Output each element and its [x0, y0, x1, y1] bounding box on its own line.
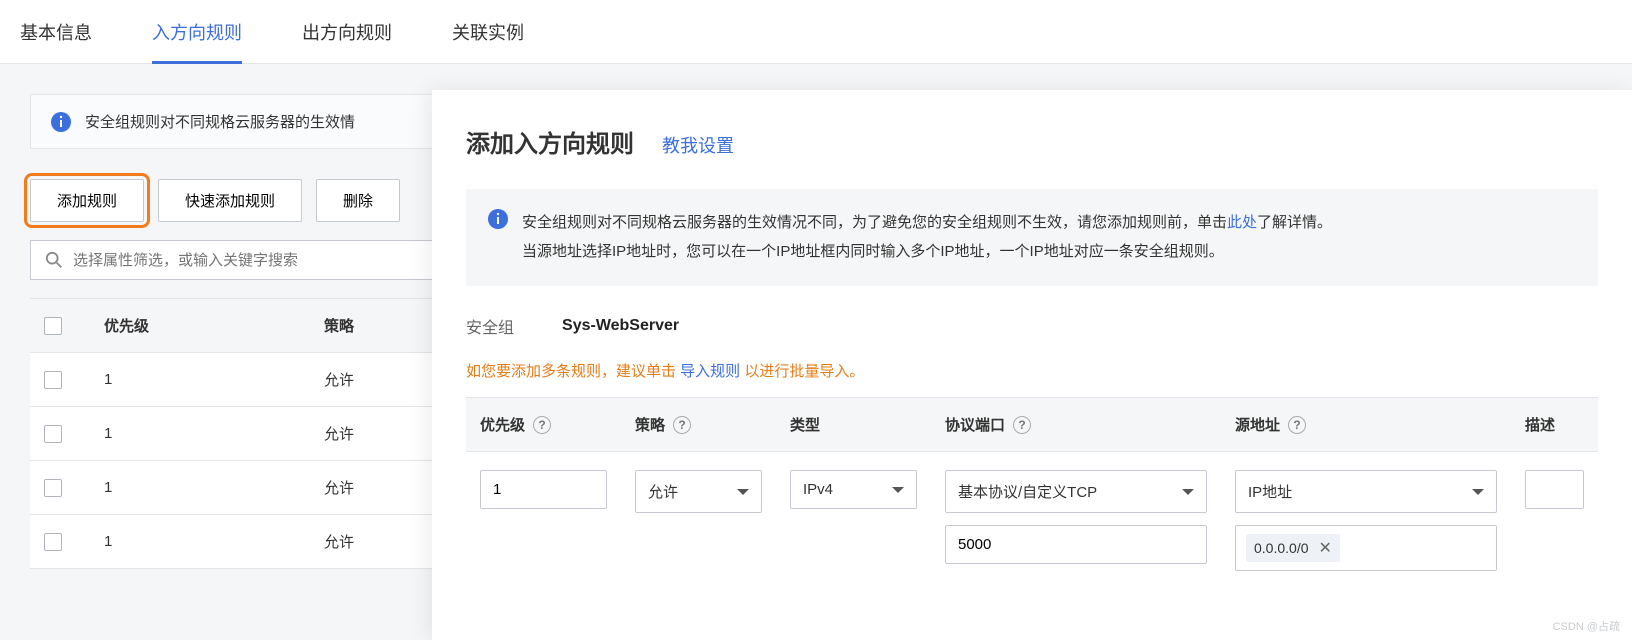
- teach-me-link[interactable]: 教我设置: [662, 132, 734, 158]
- modal-table-header: 优先级? 策略? 类型 协议端口? 源地址? 描述: [466, 397, 1598, 452]
- close-icon[interactable]: ✕: [1319, 538, 1332, 558]
- banner-text-2: 当源地址选择IP地址时，您可以在一个IP地址框内同时输入多个IP地址，一个IP地…: [522, 243, 1224, 260]
- col-type: 类型: [776, 398, 931, 451]
- modal-info-text: 安全组规则对不同规格云服务器的生效情况不同，为了避免您的安全组规则不生效，请您添…: [522, 209, 1332, 266]
- banner-text-1a: 安全组规则对不同规格云服务器的生效情况不同，为了避免您的安全组规则不生效，请您添…: [522, 214, 1227, 231]
- col-protocol-label: 协议端口: [945, 414, 1005, 435]
- quick-add-rule-button[interactable]: 快速添加规则: [158, 179, 302, 222]
- source-select-value: IP地址: [1248, 481, 1292, 502]
- search-icon: [45, 251, 63, 269]
- tab-outbound-rules[interactable]: 出方向规则: [302, 0, 392, 64]
- ip-chip-value: 0.0.0.0/0: [1254, 540, 1309, 556]
- description-input[interactable]: [1525, 470, 1584, 509]
- col-policy: 策略?: [621, 398, 776, 451]
- tab-basic-info[interactable]: 基本信息: [20, 0, 92, 64]
- col-source: 源地址?: [1221, 398, 1511, 451]
- info-icon: [51, 112, 71, 132]
- header-priority: 优先级: [90, 299, 310, 352]
- policy-select[interactable]: 允许: [635, 470, 762, 513]
- help-icon[interactable]: ?: [533, 416, 551, 434]
- chevron-down-icon: [737, 489, 749, 495]
- select-all-checkbox[interactable]: [44, 317, 62, 335]
- info-icon: [488, 209, 508, 229]
- hint-text-a: 如您要添加多条规则，建议单击: [466, 363, 680, 380]
- tab-label: 出方向规则: [302, 19, 392, 45]
- help-icon[interactable]: ?: [1288, 416, 1306, 434]
- col-desc-label: 描述: [1525, 414, 1555, 435]
- policy-select-value: 允许: [648, 481, 678, 502]
- modal-input-row: 允许 IPv4 基本协议/自定义TCP IP地址: [466, 452, 1598, 571]
- modal-info-banner: 安全组规则对不同规格云服务器的生效情况不同，为了避免您的安全组规则不生效，请您添…: [466, 189, 1598, 286]
- type-select[interactable]: IPv4: [790, 470, 917, 509]
- import-rules-link[interactable]: 导入规则: [680, 363, 740, 380]
- info-banner-text: 安全组规则对不同规格云服务器的生效情: [85, 111, 355, 132]
- col-desc: 描述: [1511, 398, 1598, 451]
- col-policy-label: 策略: [635, 414, 665, 435]
- tab-label: 入方向规则: [152, 19, 242, 45]
- row-checkbox[interactable]: [44, 479, 62, 497]
- source-ip-input[interactable]: 0.0.0.0/0 ✕: [1235, 525, 1497, 571]
- col-priority-label: 优先级: [480, 414, 525, 435]
- add-inbound-rule-modal: 添加入方向规则 教我设置 安全组规则对不同规格云服务器的生效情况不同，为了避免您…: [432, 90, 1632, 640]
- cell-priority: 1: [90, 353, 310, 406]
- chevron-down-icon: [1182, 489, 1194, 495]
- cell-priority: 1: [90, 515, 310, 568]
- chevron-down-icon: [1472, 489, 1484, 495]
- type-select-value: IPv4: [803, 481, 833, 498]
- row-checkbox[interactable]: [44, 371, 62, 389]
- cell-priority: 1: [90, 461, 310, 514]
- protocol-select-value: 基本协议/自定义TCP: [958, 481, 1097, 502]
- ip-chip: 0.0.0.0/0 ✕: [1246, 534, 1340, 562]
- col-type-label: 类型: [790, 414, 820, 435]
- delete-button[interactable]: 删除: [316, 179, 400, 222]
- tab-inbound-rules[interactable]: 入方向规则: [152, 0, 242, 64]
- tab-label: 关联实例: [452, 19, 524, 45]
- add-rule-button[interactable]: 添加规则: [30, 179, 144, 222]
- watermark: CSDN @占疏: [1553, 618, 1620, 634]
- banner-text-1b: 了解详情。: [1257, 214, 1332, 231]
- tab-bar: 基本信息 入方向规则 出方向规则 关联实例: [0, 0, 1632, 64]
- tab-label: 基本信息: [20, 19, 92, 45]
- sg-label: 安全组: [466, 314, 514, 338]
- col-source-label: 源地址: [1235, 414, 1280, 435]
- protocol-select[interactable]: 基本协议/自定义TCP: [945, 470, 1207, 513]
- security-group-row: 安全组 Sys-WebServer: [466, 314, 1598, 338]
- priority-input[interactable]: [480, 470, 607, 509]
- tab-related-instances[interactable]: 关联实例: [452, 0, 524, 64]
- learn-more-link[interactable]: 此处: [1227, 214, 1257, 231]
- row-checkbox[interactable]: [44, 533, 62, 551]
- modal-title: 添加入方向规则: [466, 124, 634, 159]
- help-icon[interactable]: ?: [1013, 416, 1031, 434]
- chevron-down-icon: [892, 487, 904, 493]
- col-priority: 优先级?: [466, 398, 621, 451]
- cell-priority: 1: [90, 407, 310, 460]
- hint-text-b: 以进行批量导入。: [740, 363, 864, 380]
- row-checkbox[interactable]: [44, 425, 62, 443]
- modal-header: 添加入方向规则 教我设置: [466, 124, 1598, 159]
- col-protocol: 协议端口?: [931, 398, 1221, 451]
- sg-value: Sys-WebServer: [562, 317, 679, 335]
- import-hint: 如您要添加多条规则，建议单击 导入规则 以进行批量导入。: [466, 360, 1598, 381]
- help-icon[interactable]: ?: [673, 416, 691, 434]
- port-input[interactable]: [945, 525, 1207, 564]
- source-select[interactable]: IP地址: [1235, 470, 1497, 513]
